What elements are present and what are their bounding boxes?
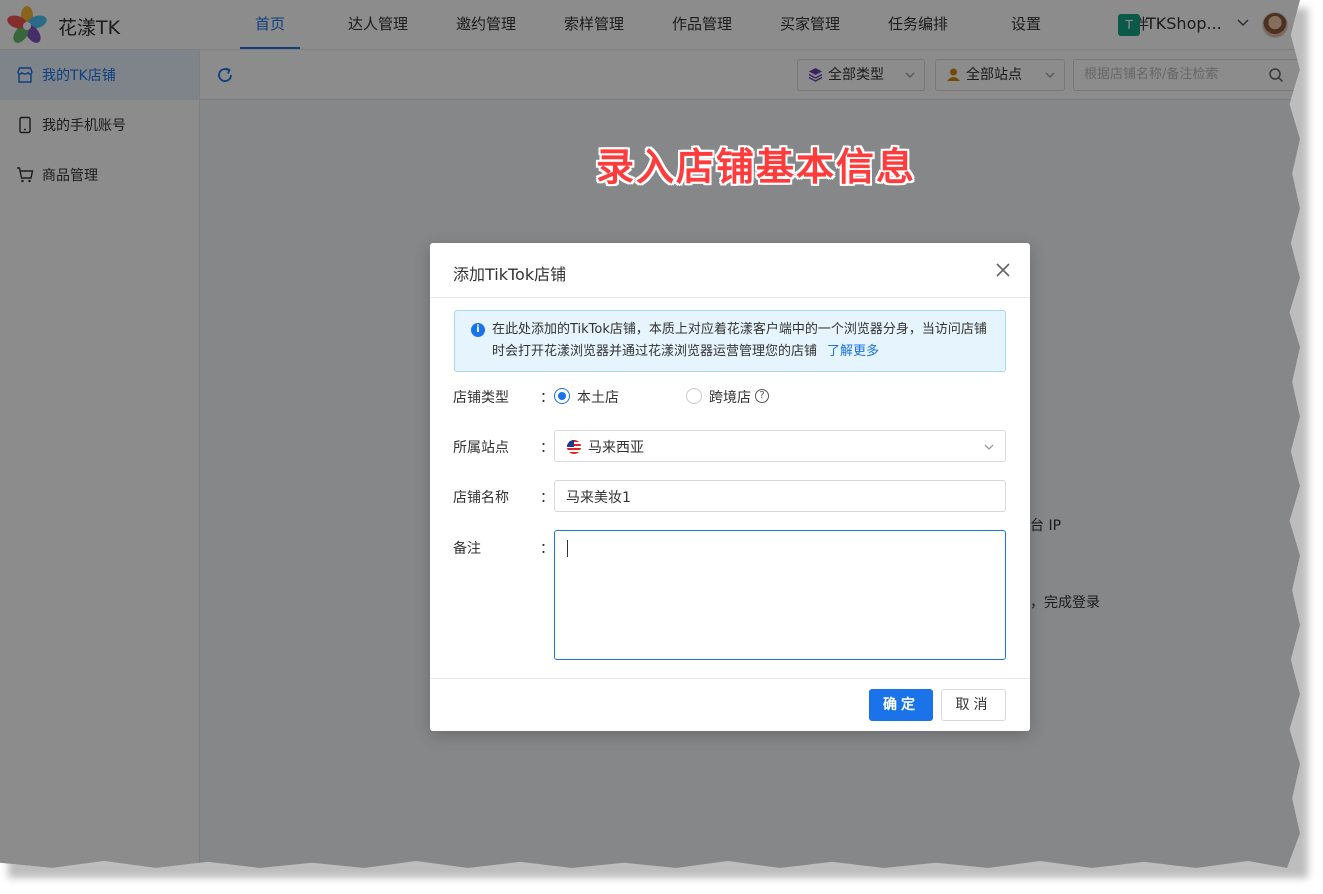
dialog-header: 添加TikTok店铺 (430, 243, 1030, 298)
site-select-value: 马来西亚 (588, 440, 644, 456)
crossborder-shop-radio[interactable] (686, 388, 702, 404)
label-colon: ： (540, 541, 554, 557)
app-window: 花漾TK 首页 达人管理 邀约管理 索样管理 作品管理 买家管理 任务编排 设置… (0, 0, 1300, 868)
info-icon: i (471, 323, 485, 337)
dialog-title: 添加TikTok店铺 (453, 265, 567, 284)
close-icon[interactable] (994, 261, 1012, 279)
malaysia-flag-icon (567, 440, 581, 454)
annotation-caption: 录入店铺基本信息 (596, 145, 917, 189)
add-shop-dialog: 添加TikTok店铺 i 在此处添加的TikTok店铺，本质上对应着花漾客户端中… (430, 243, 1030, 731)
shop-name-label: 店铺名称 (453, 490, 509, 506)
label-colon: ： (540, 440, 554, 456)
site-label: 所属站点 (453, 440, 509, 456)
label-colon: ： (540, 490, 554, 506)
local-shop-label[interactable]: 本土店 (577, 387, 619, 407)
local-shop-radio[interactable] (554, 388, 570, 404)
shop-type-label: 店铺类型 (453, 390, 509, 406)
text-cursor (567, 540, 568, 557)
confirm-button[interactable]: 确定 (869, 689, 933, 721)
alert-text: 在此处添加的TikTok店铺，本质上对应着花漾客户端中的一个浏览器分身，当访问店… (492, 322, 987, 359)
chevron-down-icon (984, 444, 994, 450)
remark-label: 备注 (453, 541, 481, 557)
cancel-button[interactable]: 取消 (941, 689, 1006, 721)
shop-name-input[interactable]: 马来美妆1 (554, 480, 1006, 512)
dialog-footer: 确定 取消 (430, 678, 1030, 731)
label-colon: ： (540, 390, 554, 406)
info-alert: i 在此处添加的TikTok店铺，本质上对应着花漾客户端中的一个浏览器分身，当访… (454, 310, 1006, 372)
learn-more-link[interactable]: 了解更多 (827, 344, 879, 359)
remark-textarea[interactable] (554, 530, 1006, 660)
crossborder-shop-label[interactable]: 跨境店 (709, 387, 751, 407)
site-select[interactable]: 马来西亚 (554, 430, 1006, 462)
help-icon[interactable]: ? (755, 389, 769, 403)
shop-name-value: 马来美妆1 (566, 490, 631, 506)
